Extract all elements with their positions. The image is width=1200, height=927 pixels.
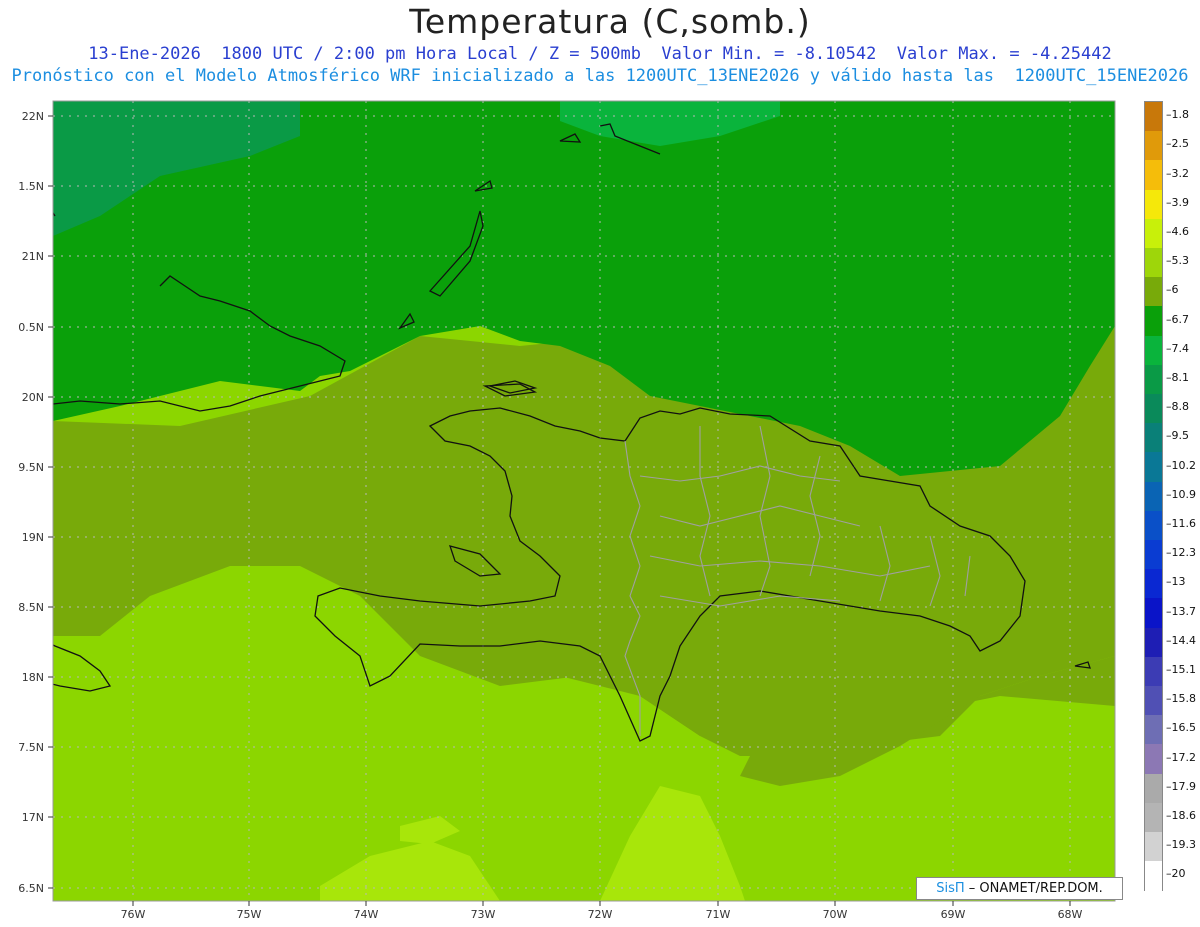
- color-scale-label: –8.8: [1166, 400, 1189, 414]
- color-scale-label: –17.2: [1166, 750, 1196, 764]
- credit-sis: SisΠ: [936, 881, 965, 896]
- color-scale-cell: [1145, 248, 1162, 278]
- color-scale-cell: [1145, 160, 1162, 191]
- color-scale-label: –16.5: [1166, 721, 1196, 735]
- color-scale-cell: [1145, 861, 1162, 891]
- lat-label: 21N: [22, 250, 44, 263]
- color-scale-label: –15.8: [1166, 692, 1196, 706]
- color-scale-cell: [1145, 218, 1162, 249]
- lat-label: 8.5N: [18, 601, 44, 614]
- shaded-field: [53, 101, 1115, 901]
- lat-label: 17N: [22, 811, 44, 824]
- color-scale-cell: [1145, 335, 1162, 366]
- color-scale-cell: [1145, 715, 1162, 745]
- lon-label: 74W: [354, 908, 379, 921]
- color-scale-cell: [1145, 131, 1162, 161]
- color-scale-label: –17.9: [1166, 779, 1196, 793]
- color-scale-label: –3.2: [1166, 166, 1189, 180]
- subtitle-model-info: Pronóstico con el Modelo Atmosférico WRF…: [11, 66, 1189, 86]
- color-scale-label: –9.5: [1166, 429, 1189, 443]
- color-scale-cell: [1145, 832, 1162, 862]
- color-scale-label: –14.4: [1166, 633, 1196, 647]
- color-scale-label: –15.1: [1166, 663, 1196, 676]
- color-scale-cell: [1145, 452, 1162, 483]
- color-scale-bar: [1144, 101, 1163, 892]
- color-scale-cell: [1145, 277, 1162, 307]
- color-scale-cell: [1145, 686, 1162, 716]
- lat-label: 6.5N: [18, 882, 44, 895]
- lon-label: 69W: [941, 908, 966, 921]
- color-scale-label: –4.6: [1166, 225, 1189, 238]
- color-scale-cell: [1145, 744, 1162, 775]
- color-scale-cell: [1145, 569, 1162, 599]
- color-scale-cell: [1145, 102, 1162, 132]
- color-scale-cell: [1145, 394, 1162, 424]
- color-scale-cell: [1145, 423, 1162, 453]
- color-scale-cell: [1145, 306, 1162, 337]
- color-scale-label: –12.3: [1166, 546, 1196, 560]
- lat-label: 20N: [22, 391, 44, 404]
- map-title: Temperatura (C,somb.): [409, 2, 811, 41]
- lat-label: 18N: [22, 671, 44, 684]
- lon-label: 76W: [121, 908, 146, 921]
- credit-box: SisΠ – ONAMET/REP.DOM.: [916, 877, 1123, 900]
- lat-label: 0.5N: [18, 321, 44, 334]
- longitude-labels: 76W 75W 74W 73W 72W 71W 70W 69W 68W: [121, 908, 1083, 921]
- subtitle-forecast-time: 13-Ene-2026 1800 UTC / 2:00 pm Hora Loca…: [88, 44, 1112, 64]
- color-scale-cell: [1145, 481, 1162, 512]
- lon-label: 68W: [1058, 908, 1083, 921]
- lon-label: 72W: [588, 908, 613, 921]
- lat-label: 22N: [22, 110, 44, 123]
- color-scale-cell: [1145, 189, 1162, 220]
- lat-label: 7.5N: [18, 741, 44, 754]
- color-scale-cell: [1145, 773, 1162, 804]
- temperature-map: 22N 1.5N 21N 0.5N 20N 9.5N 19N 8.5N 18N …: [18, 100, 1116, 921]
- color-scale-cell: [1145, 540, 1162, 570]
- lon-label: 70W: [823, 908, 848, 921]
- color-scale-label: –11.6: [1166, 517, 1196, 530]
- latitude-labels: 22N 1.5N 21N 0.5N 20N 9.5N 19N 8.5N 18N …: [18, 110, 44, 895]
- lat-label: 19N: [22, 531, 44, 544]
- color-scale-label: –10.2: [1166, 458, 1196, 472]
- credit-text: – ONAMET/REP.DOM.: [968, 881, 1103, 896]
- color-scale-label: –8.1: [1166, 371, 1189, 384]
- lon-label: 75W: [237, 908, 262, 921]
- color-scale-cell: [1145, 802, 1162, 833]
- color-scale-label: –10.9: [1166, 487, 1196, 501]
- lat-label: 1.5N: [18, 180, 44, 193]
- color-scale-label: –1.8: [1166, 108, 1189, 122]
- color-scale-label: –13.7: [1166, 604, 1196, 618]
- color-scale-cell: [1145, 598, 1162, 629]
- color-scale-label: –3.9: [1166, 195, 1189, 209]
- color-scale-label: –20: [1166, 867, 1186, 881]
- color-scale-label: –5.3: [1166, 254, 1189, 268]
- color-scale-cell: [1145, 656, 1162, 687]
- lon-label: 71W: [706, 908, 731, 921]
- color-scale-label: –18.6: [1166, 809, 1196, 822]
- color-scale-label: –7.4: [1166, 341, 1189, 355]
- color-scale-label: –13: [1166, 575, 1186, 589]
- color-scale-label: –6.7: [1166, 312, 1189, 326]
- color-scale-cell: [1145, 510, 1162, 541]
- lat-label: 9.5N: [18, 461, 44, 474]
- color-scale-label: –2.5: [1166, 137, 1189, 151]
- lon-label: 73W: [471, 908, 496, 921]
- color-scale-cell: [1145, 627, 1162, 658]
- color-scale-cell: [1145, 364, 1162, 395]
- color-scale-label: –6: [1166, 283, 1179, 297]
- color-scale-label: –19.3: [1166, 838, 1196, 852]
